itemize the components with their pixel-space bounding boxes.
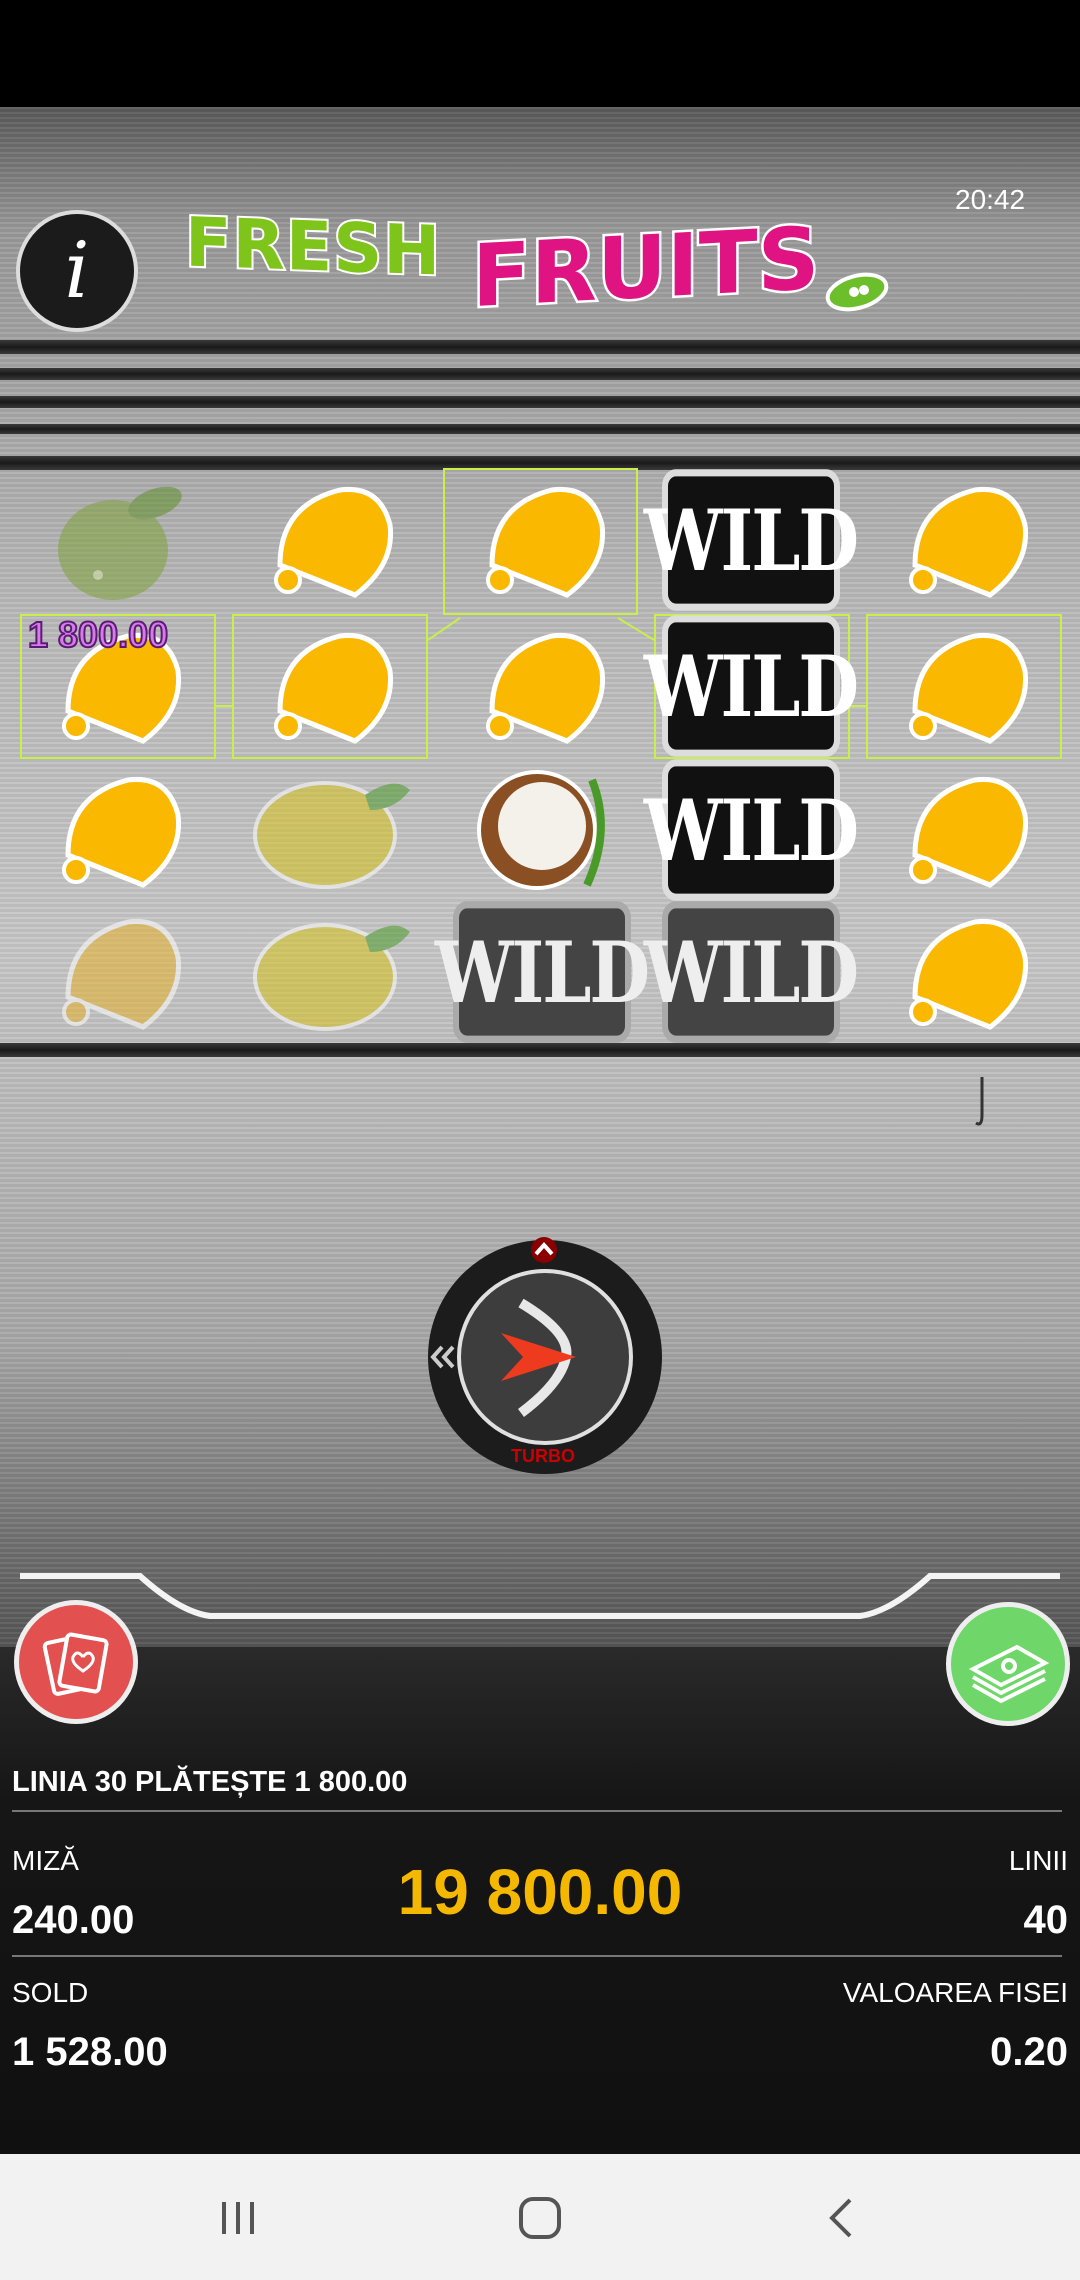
chevron-up-icon[interactable] [526,1236,562,1264]
balance-value: 1 528.00 [12,2030,168,2074]
hook-icon [970,1075,994,1140]
playing-cards-icon [42,1632,109,1696]
win-amount-label: 1 800.00 [27,613,169,656]
bell-icon [908,632,1028,744]
bell-icon [908,918,1028,1030]
coin-value[interactable]: 0.20 [990,2030,1068,2075]
bet-value[interactable]: 240.00 [12,1898,134,1943]
lines-value[interactable]: 40 [1024,1898,1069,1943]
lemon-icon [252,781,410,889]
double-chevron-left-icon[interactable] [428,1342,458,1372]
bell-icon [485,632,605,744]
symbol-bell [25,760,210,900]
bell-icon [273,632,393,744]
apple-icon [57,486,182,600]
symbol-wild: WILD [644,759,859,901]
home-icon[interactable] [518,2196,562,2245]
symbol-bell [25,902,210,1042]
symbol-coconut [449,760,634,900]
bell-icon [908,776,1028,888]
bell-icon [61,918,181,1030]
spin-arrow-icon [501,1298,576,1417]
symbol-bell [449,616,634,756]
symbol-bell [237,616,422,756]
symbol-wild: WILD [435,901,650,1043]
lemon-icon [252,923,410,1031]
bell-icon [61,776,181,888]
spin-button[interactable] [457,1269,633,1445]
coconut-icon [476,770,605,890]
recent-apps-icon[interactable] [218,2198,258,2243]
symbol-bell [449,470,634,610]
bell-icon [273,486,393,598]
back-icon[interactable] [826,2196,856,2245]
symbol-apple [25,470,210,610]
total-win-value: 19 800.00 [397,1856,683,1928]
symbol-bell [237,470,422,610]
symbol-bell [872,470,1057,610]
symbol-bell [872,616,1057,756]
gamble-button[interactable] [14,1600,138,1724]
panel-divider-curve [20,1573,1060,1619]
symbol-wild: WILD [644,615,859,757]
collect-button[interactable] [946,1602,1070,1726]
balance-label: SOLD [12,1977,89,2008]
bell-icon [908,486,1028,598]
bell-icon [485,486,605,598]
bet-label: MIZĂ [12,1845,79,1876]
divider [12,1810,1062,1812]
turbo-label[interactable]: TURBO [508,1446,578,1467]
symbol-lemon [237,902,422,1042]
symbol-bell [872,902,1057,1042]
symbol-bell [872,760,1057,900]
symbol-wild: WILD [644,469,859,611]
win-line-text: LINIA 30 PLĂTEȘTE 1 800.00 [12,1766,408,1798]
coin-value-label: VALOAREA FISEI [842,1977,1068,2008]
divider [12,1955,1062,1957]
symbol-lemon [237,760,422,900]
symbol-wild: WILD [644,901,859,1043]
money-stack-icon [968,1644,1050,1704]
lines-label: LINII [1008,1845,1068,1876]
